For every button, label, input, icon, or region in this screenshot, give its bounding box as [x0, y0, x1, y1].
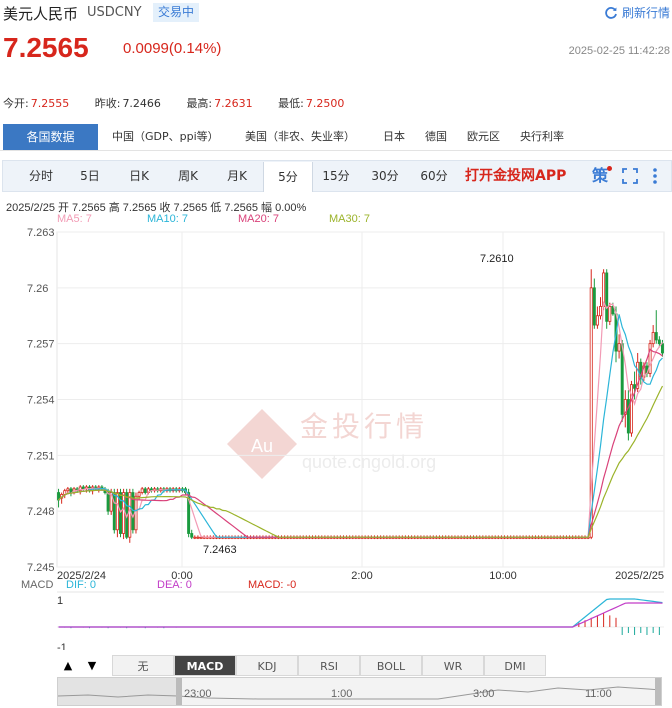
x-tick-label: 2:00	[351, 570, 372, 582]
candle-body	[620, 343, 624, 415]
candle-body	[143, 488, 147, 493]
scroll-up-button[interactable]: ▲	[56, 655, 80, 676]
candle-body	[657, 339, 661, 345]
navigator-left-handle	[176, 678, 182, 705]
macd-dif: DIF: 0	[66, 579, 96, 591]
ma30-line	[58, 385, 664, 538]
candle-body	[69, 488, 73, 493]
candle-body	[595, 315, 599, 326]
candle-body	[599, 306, 602, 317]
candle-body	[128, 492, 132, 538]
y-tick-label: 7.257	[27, 339, 55, 351]
candle-body	[199, 536, 203, 539]
candle-body	[629, 384, 633, 434]
x-tick-label: 10:00	[489, 570, 517, 582]
indicator-tab-kdj[interactable]: KDJ	[236, 655, 298, 676]
candle-body	[106, 492, 110, 512]
candle-body	[140, 488, 144, 493]
navigator-right-handle	[655, 678, 661, 705]
indicator-tab-none[interactable]: 无	[112, 655, 174, 676]
candle-body	[608, 306, 612, 322]
candle-body	[648, 343, 652, 374]
dea-line	[58, 602, 663, 628]
macd-dea: DEA: 0	[157, 579, 192, 591]
candle-body	[196, 536, 200, 539]
y-tick-label: 7.251	[27, 450, 55, 462]
candle-body	[112, 492, 116, 531]
indicator-tab-wr[interactable]: WR	[422, 655, 484, 676]
y-tick-label: 7.245	[27, 562, 55, 574]
indicator-tab-boll[interactable]: BOLL	[360, 655, 422, 676]
nav-label-4: 11:00	[585, 688, 612, 700]
candle-body	[605, 272, 609, 322]
y-tick-label: 7.248	[27, 506, 55, 518]
nav-label-1: 23:00	[184, 688, 212, 700]
candle-body	[122, 492, 126, 534]
navigator-sparkline	[58, 678, 661, 705]
y-tick-label: 7.263	[27, 227, 55, 239]
indicator-tab-macd[interactable]: MACD	[174, 655, 236, 676]
nav-label-2: 1:00	[331, 688, 353, 700]
indicator-tab-dmi[interactable]: DMI	[484, 655, 546, 676]
time-navigator[interactable]	[57, 677, 662, 706]
candle-body	[190, 533, 194, 538]
candle-body	[660, 343, 664, 354]
macd-value: MACD: -0	[248, 579, 297, 591]
dif-line	[58, 598, 663, 628]
ma20-line	[58, 348, 663, 538]
ma10-line	[58, 314, 663, 538]
x-tick-label: 2025/2/25	[615, 570, 664, 582]
candlestick-chart[interactable]: 7.263 7.26 7.257 7.254 7.251 7.248 7.245 2025/…	[0, 0, 672, 650]
candle-body	[592, 287, 596, 326]
candle-body	[651, 332, 655, 345]
y-tick-label: 7.26	[27, 283, 48, 295]
candle-body	[654, 332, 658, 341]
candle-body	[81, 486, 85, 490]
nav-label-3: 3:00	[473, 688, 495, 700]
ma5-line	[58, 301, 663, 538]
candle-body	[602, 272, 606, 307]
indicator-tab-rsi[interactable]: RSI	[298, 655, 360, 676]
candle-body	[66, 488, 70, 492]
candle-body	[193, 536, 197, 539]
macd-y-tick: -1	[57, 642, 67, 650]
candle-body	[63, 490, 67, 495]
macd-y-tick: 1	[57, 595, 63, 607]
candle-body	[617, 343, 621, 352]
max-price-annotation: 7.2610	[480, 253, 514, 265]
candle-body	[137, 492, 141, 497]
min-price-annotation: 7.2463	[203, 544, 237, 556]
scroll-down-button[interactable]: ▼	[80, 655, 104, 676]
candle-body	[633, 384, 637, 389]
macd-title: MACD	[21, 579, 54, 591]
y-tick-label: 7.254	[27, 395, 55, 407]
